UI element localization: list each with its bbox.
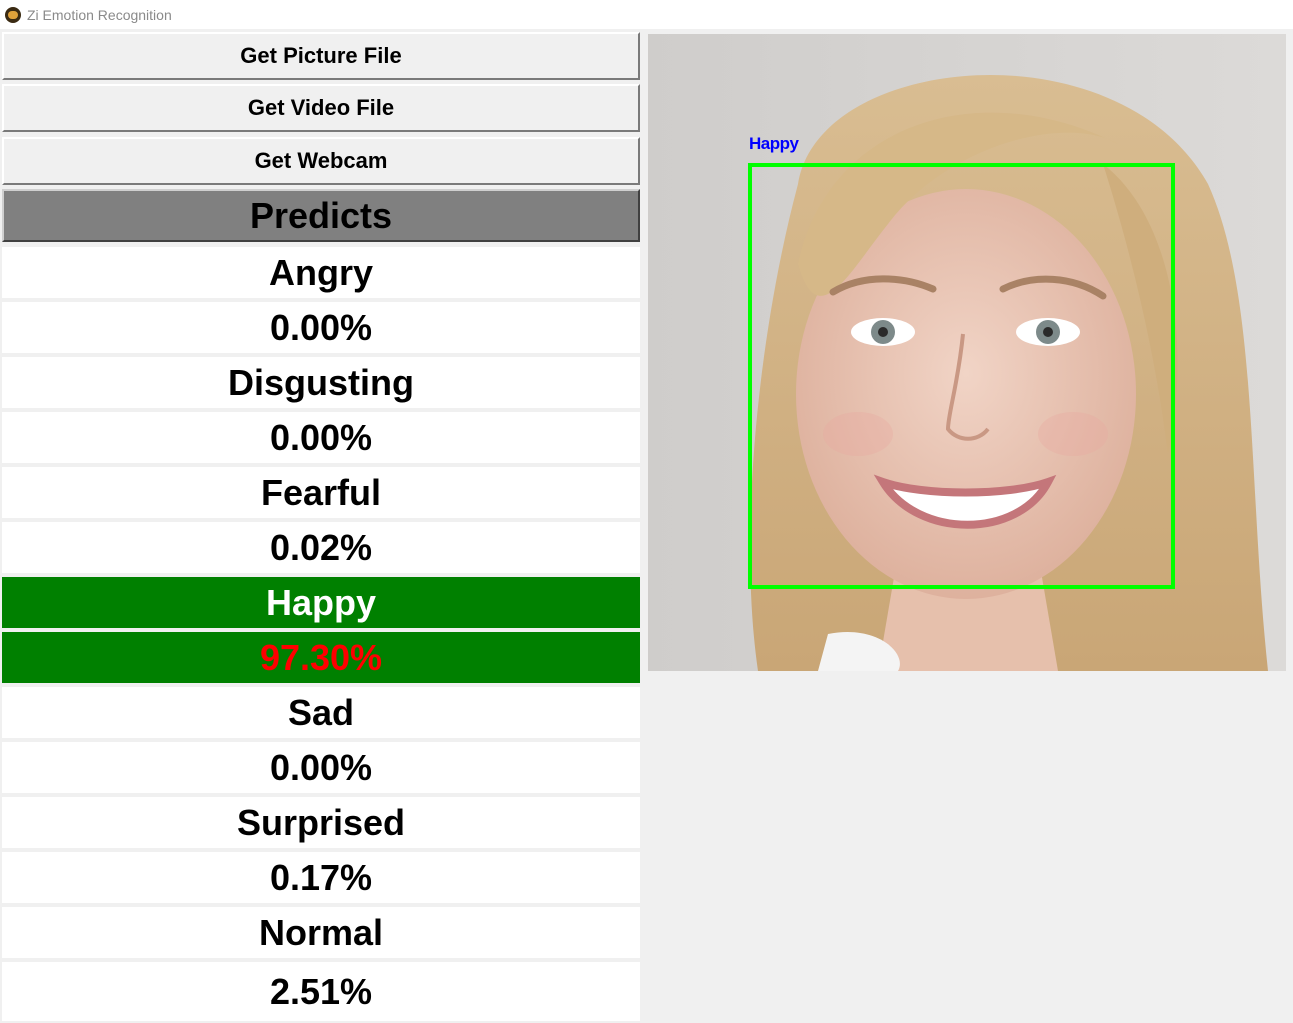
emotion-value-surprised: 0.17%: [2, 852, 640, 903]
detection-label: Happy: [749, 134, 799, 153]
emotion-value-fearful: 0.02%: [2, 522, 640, 573]
emotion-value-angry: 0.00%: [2, 302, 640, 353]
emotion-label-surprised: Surprised: [2, 797, 640, 848]
emotion-label-sad: Sad: [2, 687, 640, 738]
emotion-value-disgusting: 0.00%: [2, 412, 640, 463]
get-webcam-button[interactable]: Get Webcam: [2, 137, 640, 185]
predicts-header: Predicts: [2, 189, 640, 242]
emotion-label-disgusting: Disgusting: [2, 357, 640, 408]
title-bar: Zi Emotion Recognition: [0, 0, 1293, 29]
emotion-value-normal: 2.51%: [2, 962, 640, 1021]
preview-image: Happy: [648, 34, 1286, 671]
get-picture-file-button[interactable]: Get Picture File: [2, 32, 640, 80]
emotion-label-happy: Happy: [2, 577, 640, 628]
emotion-value-sad: 0.00%: [2, 742, 640, 793]
emotion-value-happy: 97.30%: [2, 632, 640, 683]
emotion-label-fearful: Fearful: [2, 467, 640, 518]
window-title: Zi Emotion Recognition: [27, 6, 172, 23]
emotion-label-normal: Normal: [2, 907, 640, 958]
emotion-label-angry: Angry: [2, 247, 640, 298]
get-video-file-button[interactable]: Get Video File: [2, 84, 640, 132]
face-bounding-box: [748, 163, 1175, 589]
app-logo-icon: [5, 6, 21, 23]
